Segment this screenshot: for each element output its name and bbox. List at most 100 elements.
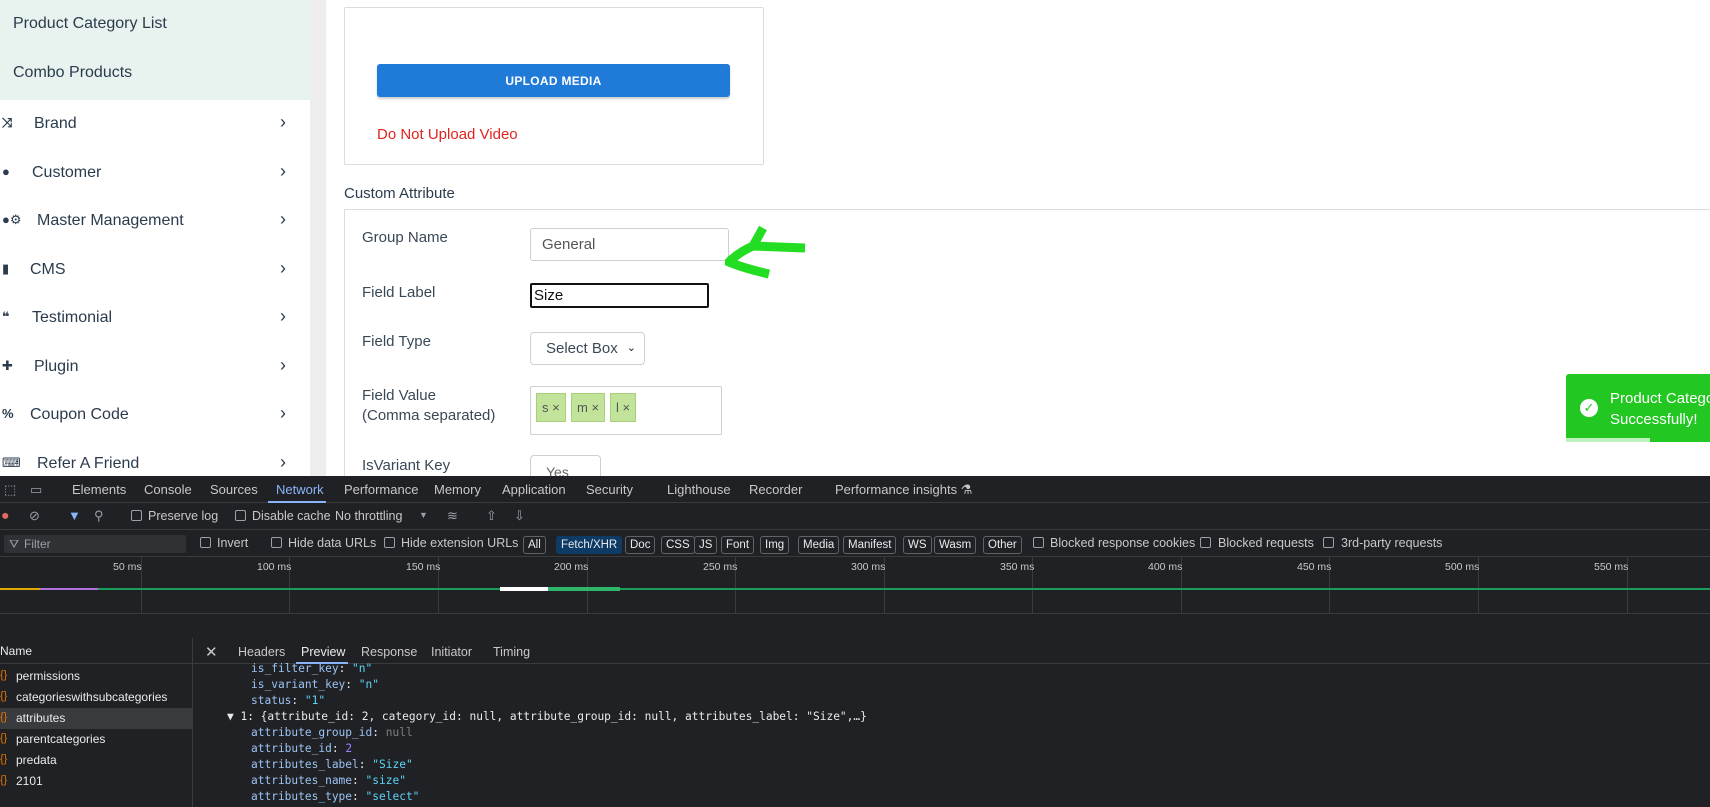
filter-icon[interactable]: ▼ xyxy=(68,508,81,523)
request-name: 2101 xyxy=(16,774,43,788)
disable-cache-checkbox[interactable] xyxy=(235,510,246,521)
tab-performance-insights[interactable]: Performance insights ⚗ xyxy=(835,482,972,498)
type-filter-font[interactable]: Font xyxy=(721,536,755,554)
chevron-down-icon[interactable]: ▼ xyxy=(419,510,428,520)
filter-placeholder: Filter xyxy=(24,537,51,551)
tag-chip[interactable]: l × xyxy=(610,393,637,422)
request-row-permissions[interactable]: {} permissions xyxy=(0,666,193,687)
upload-har-icon[interactable]: ⇧ xyxy=(486,508,497,524)
search-icon[interactable]: ⚲ xyxy=(94,508,104,524)
type-filter-wasm[interactable]: Wasm xyxy=(934,536,977,554)
sidebar-item-master-management[interactable]: ●⚙ Master Management › xyxy=(0,207,300,237)
is-variant-label: IsVariant Key xyxy=(362,457,451,474)
blocked-cookies-label: Blocked response cookies xyxy=(1050,536,1196,550)
request-detail-tabs: ✕ Headers Preview Response Initiator Tim… xyxy=(193,638,1710,664)
sidebar-item-label: Brand xyxy=(34,115,77,132)
type-filter-css[interactable]: CSS xyxy=(661,536,695,554)
tab-lighthouse[interactable]: Lighthouse xyxy=(667,482,731,497)
tag-chip[interactable]: s × xyxy=(536,393,566,422)
request-row-attributes[interactable]: {} attributes xyxy=(0,708,193,729)
chevron-right-icon: › xyxy=(280,112,286,132)
request-list: Name {} permissions {} categorieswithsub… xyxy=(0,638,193,807)
network-overview-timeline[interactable]: 50 ms 100 ms 150 ms 200 ms 250 ms 300 ms… xyxy=(0,557,1710,614)
timeline-tick-label: 250 ms xyxy=(703,561,738,573)
tab-headers[interactable]: Headers xyxy=(238,645,285,659)
field-value-tags-input[interactable]: s × m × l × xyxy=(530,386,722,435)
tab-elements[interactable]: Elements xyxy=(72,482,126,497)
submenu-item-combo-products[interactable]: Combo Products xyxy=(13,64,132,82)
upload-media-button[interactable]: UPLOAD MEDIA xyxy=(377,64,730,97)
invert-checkbox[interactable] xyxy=(200,537,211,548)
shuffle-icon: ⤨ xyxy=(2,115,13,130)
field-label-input[interactable]: Size xyxy=(530,283,709,308)
tab-response[interactable]: Response xyxy=(361,645,417,659)
request-row-parentcategories[interactable]: {} parentcategories xyxy=(0,729,193,750)
type-filter-media[interactable]: Media xyxy=(798,536,840,554)
type-filter-img[interactable]: Img xyxy=(760,536,790,554)
tab-timing[interactable]: Timing xyxy=(493,645,530,659)
download-har-icon[interactable]: ⇩ xyxy=(514,508,525,524)
throttling-select[interactable]: No throttling xyxy=(335,509,402,523)
filter-input[interactable]: ⛛ Filter xyxy=(4,535,186,553)
submenu-item-product-category-list[interactable]: Product Category List xyxy=(13,15,167,33)
type-filter-js[interactable]: JS xyxy=(694,536,718,554)
sidebar-item-testimonial[interactable]: ❝ Testimonial › xyxy=(0,304,300,334)
blocked-cookies-checkbox[interactable] xyxy=(1033,537,1044,548)
xhr-icon: {} xyxy=(0,732,8,744)
sidebar-item-coupon-code[interactable]: % Coupon Code › xyxy=(0,401,300,431)
tab-network[interactable]: Network xyxy=(276,482,324,497)
tab-recorder[interactable]: Recorder xyxy=(749,482,802,497)
network-conditions-icon[interactable]: ≋ xyxy=(447,508,458,524)
sidebar-item-label: Plugin xyxy=(34,358,79,375)
record-icon[interactable]: ⏺ xyxy=(2,508,9,524)
sidebar-item-plugin[interactable]: ✚ Plugin › xyxy=(0,353,300,383)
request-name: permissions xyxy=(16,669,81,683)
preserve-log-checkbox[interactable] xyxy=(131,510,142,521)
request-row-2101[interactable]: {} 2101 xyxy=(0,771,193,792)
tab-application[interactable]: Application xyxy=(502,482,566,497)
close-icon[interactable]: ✕ xyxy=(205,643,218,661)
success-toast: ✓ Product Categor Successfully! xyxy=(1566,374,1710,442)
hide-extension-urls-checkbox[interactable] xyxy=(384,537,395,548)
type-filter-ws[interactable]: WS xyxy=(903,536,932,554)
json-line: status: "1" xyxy=(251,694,326,707)
type-filter-all[interactable]: All xyxy=(523,536,546,554)
sidebar-item-customer[interactable]: ● Customer › xyxy=(0,159,300,189)
third-party-checkbox[interactable] xyxy=(1323,537,1334,548)
xhr-icon: {} xyxy=(0,753,8,765)
clear-icon[interactable]: ⊘ xyxy=(29,508,40,524)
tab-performance[interactable]: Performance xyxy=(344,482,418,497)
tab-initiator[interactable]: Initiator xyxy=(431,645,472,659)
toast-line-1: Product Categor xyxy=(1610,390,1710,407)
name-column-header[interactable]: Name xyxy=(0,638,193,664)
hide-data-urls-label: Hide data URLs xyxy=(288,536,377,550)
request-row-predata[interactable]: {} predata xyxy=(0,750,193,771)
blocked-requests-checkbox[interactable] xyxy=(1200,537,1211,548)
type-filter-manifest[interactable]: Manifest xyxy=(843,536,897,554)
json-object-row[interactable]: ▼ 1: {attribute_id: 2, category_id: null… xyxy=(227,710,867,723)
tab-security[interactable]: Security xyxy=(586,482,633,497)
field-type-select[interactable]: Select Box ⌄ xyxy=(530,332,645,365)
tab-sources[interactable]: Sources xyxy=(210,482,258,497)
sidebar-item-label: CMS xyxy=(30,261,66,278)
sidebar-item-refer-a-friend[interactable]: ⌨ Refer A Friend › xyxy=(0,450,300,476)
tab-preview[interactable]: Preview xyxy=(301,645,345,659)
waterfall-bar xyxy=(500,587,548,591)
is-variant-select[interactable]: Yes xyxy=(530,455,601,476)
request-row-categorieswithsubcategories[interactable]: {} categorieswithsubcategories xyxy=(0,687,193,708)
type-filter-doc[interactable]: Doc xyxy=(625,536,656,554)
inspect-icon[interactable]: ⬚ xyxy=(4,482,16,498)
device-toggle-icon[interactable]: ▭ xyxy=(30,482,42,498)
devtools-tabbar: ⬚ ▭ Elements Console Sources Network Per… xyxy=(0,476,1710,503)
sidebar-item-cms[interactable]: ▮ CMS › xyxy=(0,256,300,286)
sidebar-item-brand[interactable]: ⤨ Brand › xyxy=(0,110,300,140)
tag-chip[interactable]: m × xyxy=(571,393,606,422)
hide-data-urls-checkbox[interactable] xyxy=(271,537,282,548)
tab-console[interactable]: Console xyxy=(144,482,192,497)
waterfall-bar xyxy=(0,588,40,590)
tab-memory[interactable]: Memory xyxy=(434,482,481,497)
type-filter-fetch-xhr[interactable]: Fetch/XHR xyxy=(556,536,623,554)
type-filter-other[interactable]: Other xyxy=(983,536,1022,554)
group-name-input[interactable]: General xyxy=(530,228,729,261)
json-preview: is_filter_key: "n" is_variant_key: "n" s… xyxy=(193,662,1710,807)
